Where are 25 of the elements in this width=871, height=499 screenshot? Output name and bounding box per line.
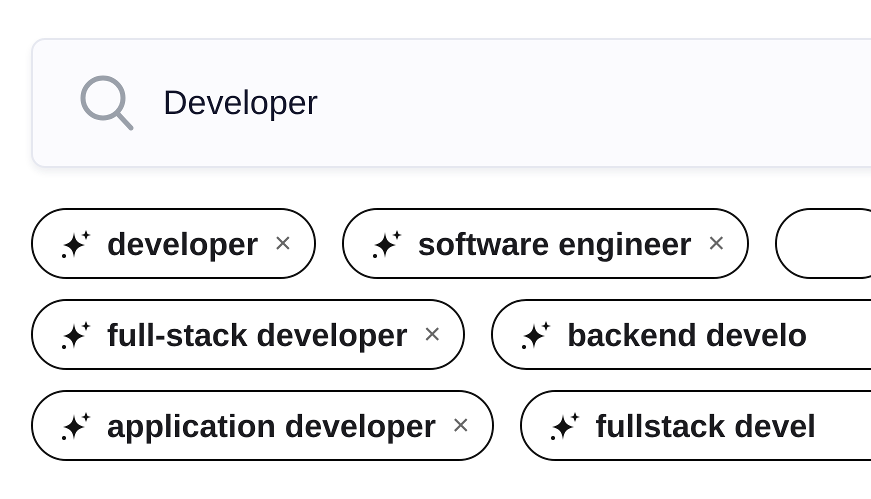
sparkle-icon [61, 228, 93, 260]
keyword-chip[interactable] [775, 208, 871, 279]
sparkle-icon [61, 410, 93, 442]
remove-button[interactable]: × [274, 228, 292, 258]
search-field[interactable]: Developer [31, 38, 871, 168]
sparkle-icon [61, 318, 93, 350]
chip-label: full-stack developer [107, 316, 408, 355]
search-icon [79, 74, 135, 132]
keyword-chip[interactable]: developer × [31, 208, 316, 279]
search-input[interactable]: Developer [163, 78, 763, 128]
keyword-chip[interactable]: fullstack devel [520, 390, 871, 461]
keyword-chip[interactable]: software engineer × [342, 208, 750, 279]
chip-label: developer [107, 224, 258, 264]
remove-button[interactable]: × [424, 320, 442, 350]
remove-button[interactable]: × [452, 410, 470, 440]
chip-label: fullstack devel [596, 406, 816, 446]
keyword-chip[interactable]: backend develo [491, 299, 871, 370]
remove-button[interactable]: × [708, 228, 726, 258]
chip-label: backend develo [567, 316, 808, 354]
chip-label: software engineer [418, 224, 692, 264]
keyword-chip[interactable]: application developer × [31, 390, 494, 461]
sparkle-icon [372, 228, 404, 260]
chip-label: application developer [107, 406, 436, 446]
sparkle-icon [550, 410, 582, 442]
keyword-chip[interactable]: full-stack developer × [31, 299, 466, 370]
